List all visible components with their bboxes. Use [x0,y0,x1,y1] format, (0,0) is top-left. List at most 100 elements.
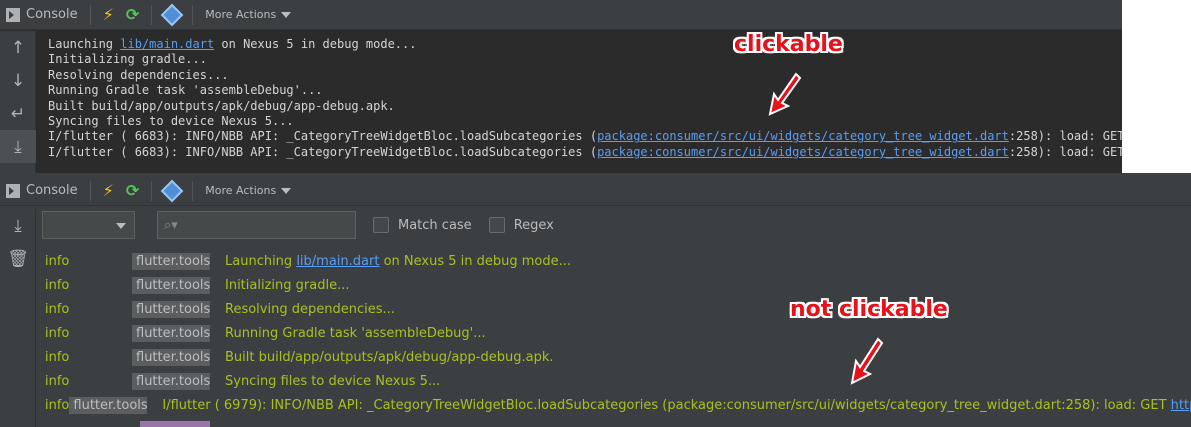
log-message-text: on Nexus 5 in debug mode... [379,253,572,269]
table-row[interactable]: info flutter.tools Launching lib/main.dart… [37,249,1191,273]
log-tag-badge: flutter.tools [132,300,210,318]
log-message-text: Running Gradle task 'assembleDebug'... [225,325,486,341]
bottom-toolbar: Console ⚡ ⟳ More Actions [0,176,1191,206]
log-text: I/flutter ( 6683): INFO/NBB API: _Catego… [48,129,598,144]
scroll-to-end-button[interactable]: ⤓ [0,130,36,163]
bottom-console-panel: Console ⚡ ⟳ More Actions ⤓ 🗑 ⌕▾ Match ca… [0,173,1191,427]
log-text: Syncing files to device Nexus 5... [48,114,294,129]
soft-wrap-button[interactable]: ↵ [0,97,36,130]
dart-devtools-button[interactable] [158,0,186,30]
log-text: I/flutter ( 6683): INFO/NBB API: _Catego… [48,144,598,159]
log-file-link[interactable]: lib/main.dart [120,37,214,51]
console-icon [6,183,20,198]
regex-label: Regex [513,217,554,233]
table-row[interactable]: info flutter.tools Built build/app/outputs… [37,345,1191,369]
dart-icon [160,3,184,26]
log-message-link[interactable]: https://v [1171,398,1191,413]
log-line: Resolving dependencies... [48,68,1122,83]
scroll-to-end-icon: ⤓ [14,215,22,236]
log-text: Initializing gradle... [48,52,207,67]
arrow-up-icon: ↑ [10,37,26,58]
dart-icon [160,179,184,202]
table-row[interactable]: info flutter.tools Running Gradle task 'as… [37,321,1191,345]
scroll-up-button[interactable]: ↑ [0,31,36,64]
arrow-down-icon: ↓ [10,70,26,91]
more-actions-label: More Actions [205,8,277,21]
log-text: Resolving dependencies... [48,67,229,82]
log-message: Syncing files to device Nexus 5... [225,374,440,389]
lightning-bolt-icon: ⚡ [102,5,114,24]
toolbar-divider [192,180,194,201]
log-message: I/flutter ( 6979): INFO/NBB API: _Catego… [162,398,1191,413]
log-file-link[interactable]: package:consumer/src/ui/widgets/category… [597,129,1009,143]
log-text: :258): load: GET [1008,129,1122,144]
toolbar-divider [89,180,91,201]
log-tag-badge: flutter.tools [132,276,210,294]
scroll-to-end-button[interactable]: ⤓ [0,209,36,242]
reload-icon: ⟳ [125,5,140,24]
table-row[interactable]: info flutter.tools Initializing gradle... [37,273,1191,297]
match-case-label: Match case [398,217,472,233]
annotation-clickable: clickable [734,32,843,57]
hot-restart-button[interactable]: ⟳ [120,0,145,30]
log-level-cell: info [45,301,70,317]
log-level-cell: info [45,277,70,293]
console-tab-label: Console [26,183,78,198]
log-line: Running Gradle task 'assembleDebug'... [48,83,1122,98]
log-level-cell: info [45,253,70,269]
more-actions-button[interactable]: More Actions [199,176,297,206]
clear-log-button[interactable]: 🗑 [0,242,36,275]
match-case-option[interactable]: Match case [373,217,472,233]
table-row-partial [37,419,937,427]
log-tag-badge: flutter.tools [69,396,148,414]
log-message-link[interactable]: lib/main.dart [296,254,379,269]
top-toolbar: Console ⚡ ⟳ More Actions [0,0,1122,30]
log-message: Running Gradle task 'assembleDebug'... [225,326,486,341]
table-row[interactable]: info flutter.tools Syncing files to device… [37,369,1191,393]
table-row[interactable]: info flutter.tools Resolving dependencies.… [37,297,1191,321]
log-tag-badge: flutter.tools [132,324,210,342]
trash-icon: 🗑 [7,248,29,269]
more-actions-button[interactable]: More Actions [199,0,297,30]
regex-checkbox[interactable] [488,217,505,233]
log-line: Launching lib/main.dart on Nexus 5 in de… [48,37,1122,52]
red-arrow-icon [768,72,802,116]
console-tab[interactable]: Console [0,0,84,30]
log-message: Resolving dependencies... [225,302,395,317]
log-filter-bar: ⌕▾ Match case Regex [37,204,1191,246]
log-line: I/flutter ( 6683): INFO/NBB API: _Catego… [48,129,1122,144]
console-tab-label: Console [26,7,78,22]
log-message-text: Launching [225,253,297,269]
log-tag-badge: flutter.tools [132,348,210,366]
table-row[interactable]: info flutter.tools I/flutter ( 6979): INFO… [37,393,1191,417]
log-level-cell: info [45,325,70,341]
log-level-dropdown[interactable] [42,211,135,239]
hot-reload-button[interactable]: ⚡ [97,0,120,30]
log-message-text: Syncing files to device Nexus 5... [225,373,441,389]
log-text: Launching [48,37,121,51]
log-level-cell: info [45,373,70,389]
tag-badge [140,421,210,427]
scroll-down-button[interactable]: ↓ [0,64,36,97]
console-tab[interactable]: Console [0,176,84,206]
screenshot-gap [1122,0,1191,173]
chevron-down-icon [281,187,292,194]
toolbar-divider [151,4,153,25]
match-case-checkbox[interactable] [373,217,389,233]
more-actions-label: More Actions [205,184,277,197]
log-text: on Nexus 5 in debug mode... [214,37,417,51]
log-search-input[interactable]: ⌕▾ [157,211,356,239]
hot-reload-button[interactable]: ⚡ [97,176,120,206]
top-sidebar: ↑ ↓ ↵ ⤓ [0,31,36,173]
red-arrow-icon [850,337,884,385]
scroll-to-end-icon: ⤓ [14,136,22,157]
log-message: Launching lib/main.dart on Nexus 5 in de… [225,254,571,269]
toolbar-divider [192,4,194,25]
log-message-text: I/flutter ( 6979): INFO/NBB API: _Catego… [162,397,1171,413]
regex-option[interactable]: Regex [488,217,554,233]
dart-devtools-button[interactable] [158,176,186,206]
log-message: Built build/app/outputs/apk/debug/app-de… [225,350,554,365]
toolbar-divider [89,4,91,25]
log-file-link[interactable]: package:consumer/src/ui/widgets/category… [597,145,1009,159]
hot-restart-button[interactable]: ⟳ [120,176,145,206]
